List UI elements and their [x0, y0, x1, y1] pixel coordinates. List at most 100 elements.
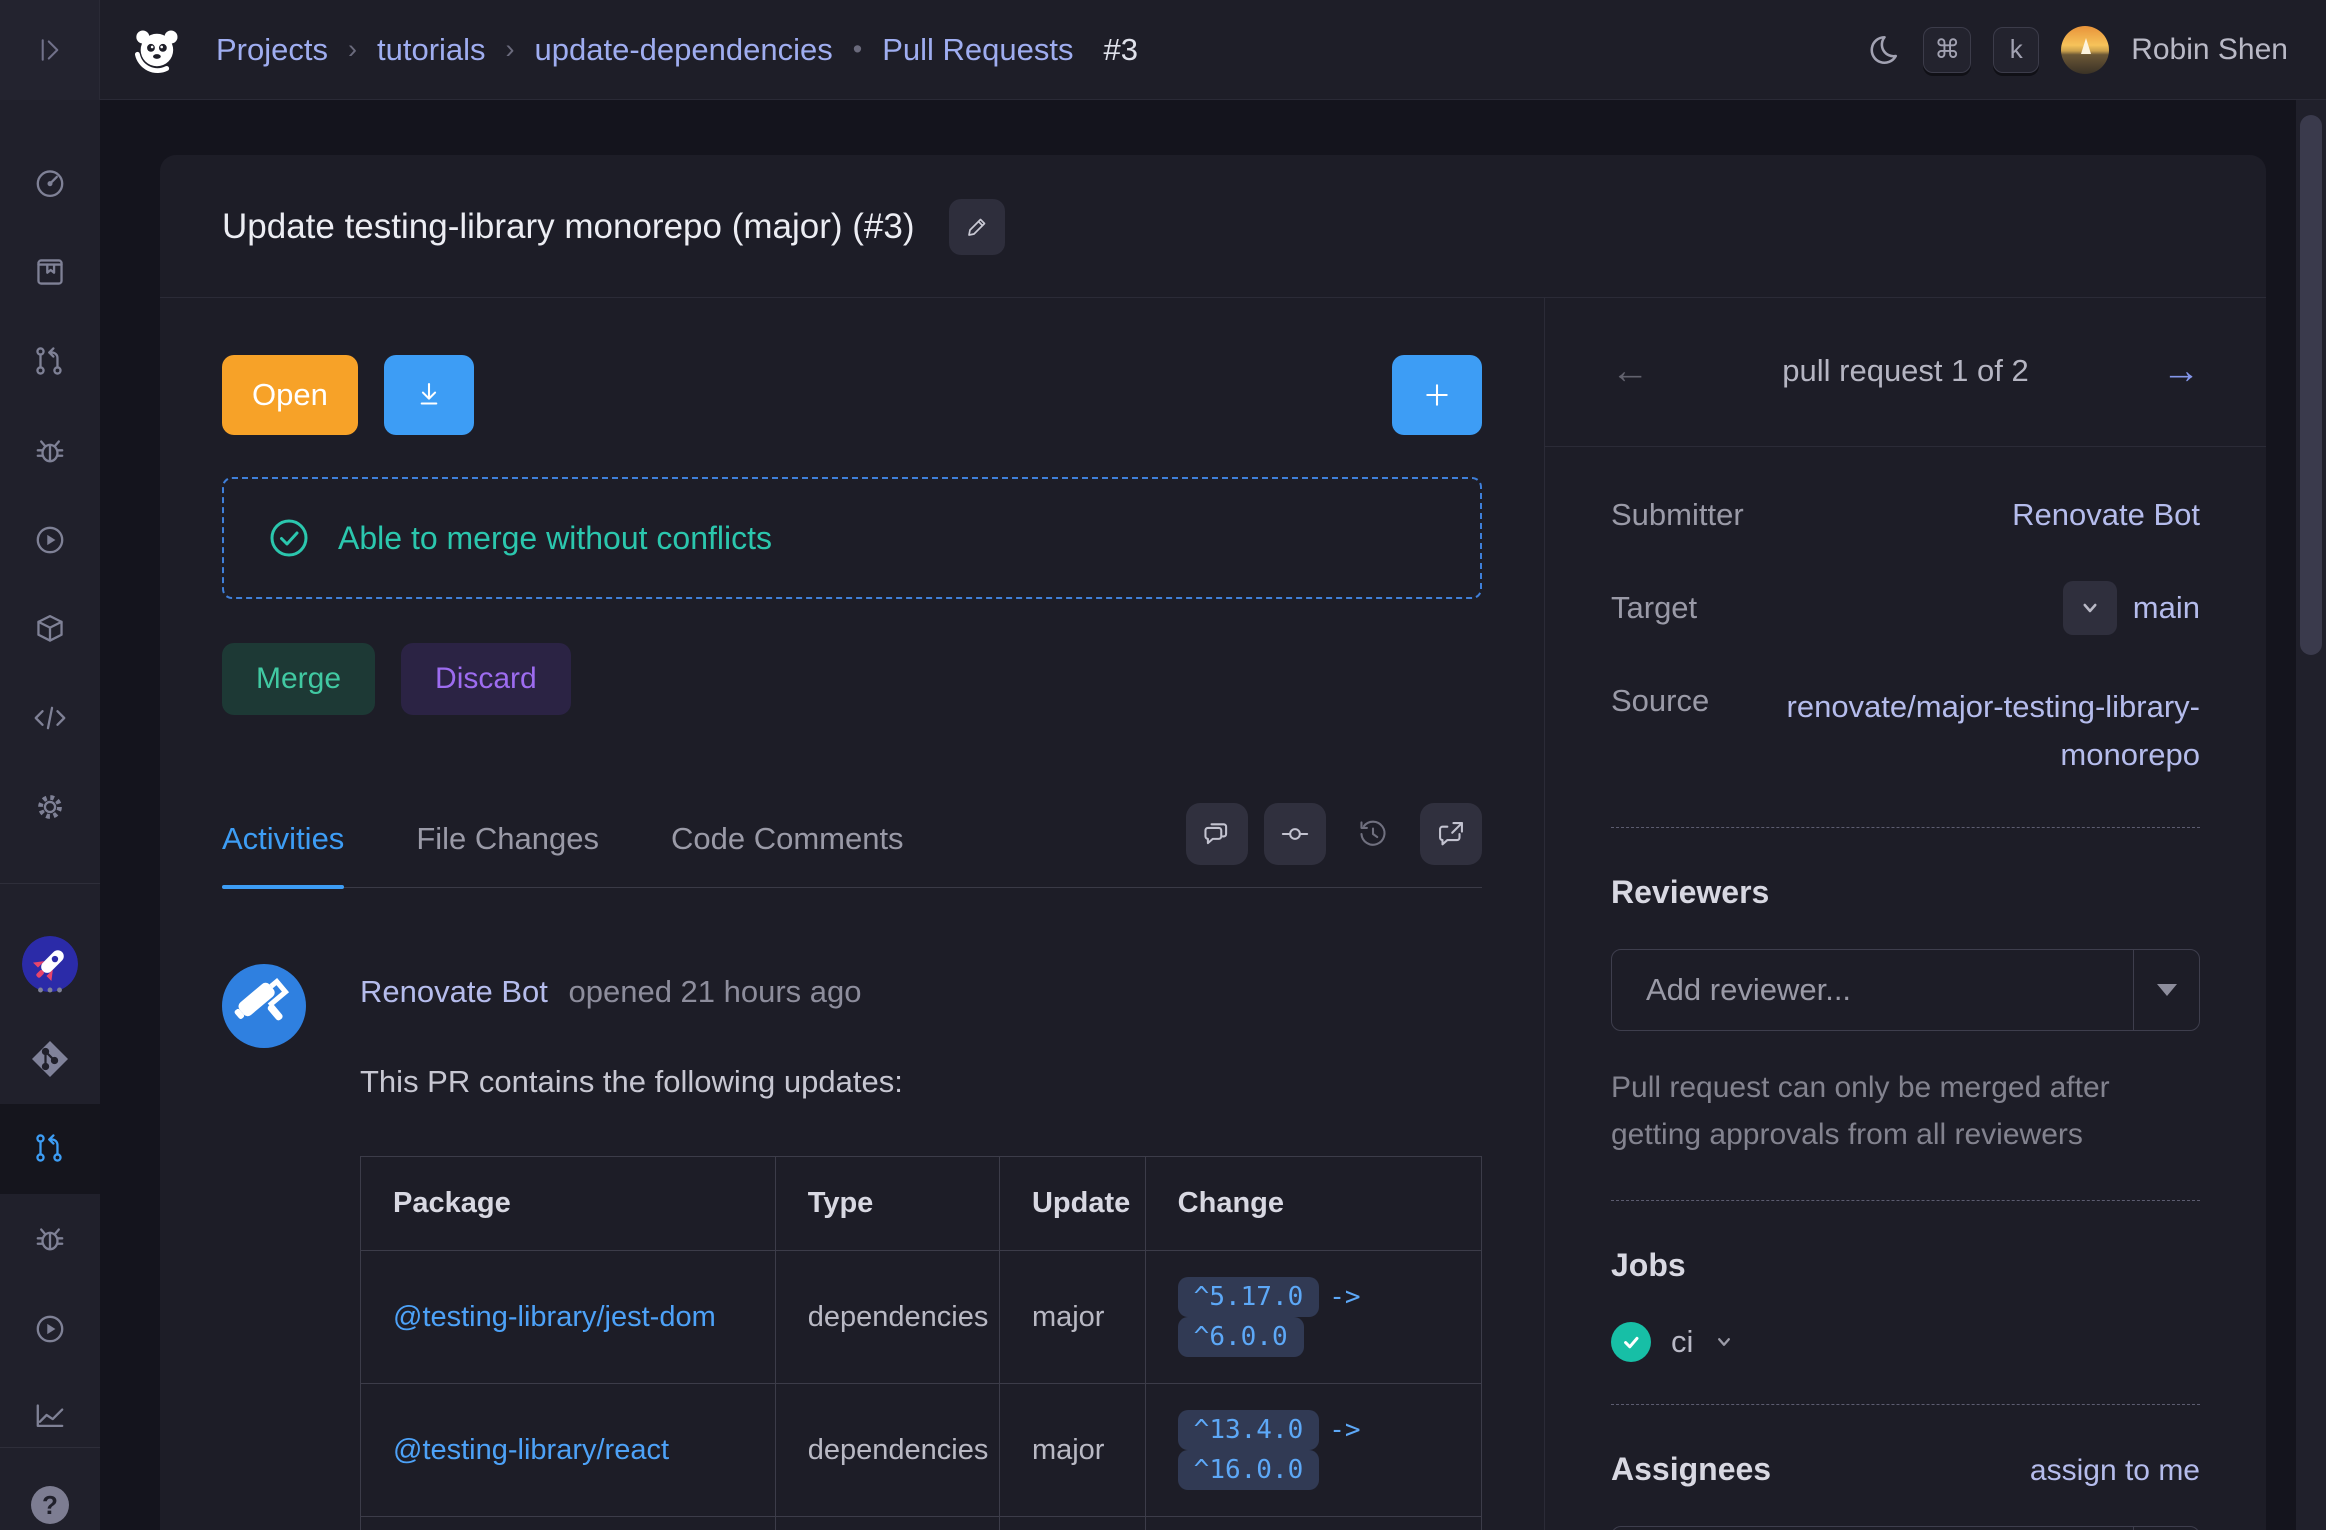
history-button[interactable] [1342, 803, 1404, 865]
col-header-update: Update [999, 1157, 1145, 1251]
job-expand-chevron[interactable] [1713, 1331, 1735, 1353]
tab-code-comments[interactable]: Code Comments [671, 821, 904, 887]
sidebar-item-issues[interactable] [0, 406, 100, 496]
target-branch-dropdown-button[interactable] [2063, 581, 2117, 635]
check-circle-icon [268, 517, 310, 559]
toggle-comments-button[interactable] [1186, 803, 1248, 865]
breadcrumb-section[interactable]: Pull Requests [882, 32, 1073, 68]
rail-divider [0, 1447, 100, 1448]
sidebar-item-builds[interactable] [0, 495, 100, 585]
theme-toggle-button[interactable] [1865, 32, 1901, 68]
ellipsis-icon [31, 982, 69, 998]
project-more-menu[interactable] [0, 966, 100, 1014]
help-button[interactable] [0, 1460, 100, 1530]
job-success-check-icon [1611, 1322, 1651, 1362]
change-cell: ^13.4.0->^16.0.0 [1145, 1384, 1481, 1517]
job-row-ci[interactable]: ci [1611, 1322, 2200, 1362]
source-label: Source [1611, 683, 1709, 719]
submitter-value[interactable]: Renovate Bot [2012, 497, 2200, 533]
user-avatar[interactable] [2061, 26, 2109, 74]
package-link[interactable]: @testing-library/react [361, 1384, 776, 1517]
bug-icon [31, 432, 69, 470]
sidebar-item-projects[interactable] [0, 227, 100, 317]
project-item-code[interactable] [0, 1014, 100, 1104]
type-cell: dependencies [775, 1251, 999, 1384]
col-header-type: Type [775, 1157, 999, 1251]
package-link[interactable]: @testing-library/jest-dom [361, 1251, 776, 1384]
help-question-icon [31, 1486, 69, 1524]
job-name: ci [1671, 1324, 1693, 1360]
add-assignee-select[interactable]: Add assignee... [1611, 1526, 2200, 1530]
project-item-builds[interactable] [0, 1284, 100, 1374]
open-in-new-button[interactable] [1420, 803, 1482, 865]
expand-sidebar-icon [33, 33, 67, 67]
table-row: @testing-library/react dependencies majo… [361, 1384, 1482, 1517]
type-cell: dependencies [775, 1384, 999, 1517]
breadcrumb-projects[interactable]: Projects [216, 32, 328, 68]
sidebar-item-administration[interactable] [0, 762, 100, 852]
sidebar-item-code-search[interactable] [0, 673, 100, 763]
version-from: ^13.4.0 [1178, 1410, 1320, 1450]
package-link[interactable]: @testing-library/user-event [361, 1517, 776, 1530]
add-comment-button[interactable] [1392, 355, 1482, 435]
breadcrumb-project[interactable]: tutorials [377, 32, 486, 68]
merge-button[interactable]: Merge [222, 643, 375, 715]
breadcrumb: Projects › tutorials › update-dependenci… [216, 32, 1138, 68]
header-right: ⌘ k Robin Shen [1865, 26, 2326, 74]
jobs-heading: Jobs [1611, 1247, 2200, 1284]
target-branch-value[interactable]: main [2133, 590, 2200, 626]
change-cell: ^13.5.0->^14.0.0 [1145, 1517, 1481, 1530]
shortcut-k-key[interactable]: k [1993, 27, 2039, 73]
play-circle-icon [31, 1310, 69, 1348]
change-cell: ^5.17.0->^6.0.0 [1145, 1251, 1481, 1384]
sidebar-item-packages[interactable] [0, 584, 100, 674]
table-row: @testing-library/user-event dependencies… [361, 1517, 1482, 1530]
assignees-heading-row: Assignees assign to me [1611, 1451, 2200, 1488]
shortcut-cmd-key[interactable]: ⌘ [1923, 27, 1971, 73]
dashboard-gauge-icon [31, 164, 69, 202]
app-logo[interactable] [132, 24, 184, 76]
page-scrollbar-track[interactable] [2296, 100, 2326, 1530]
merge-status-text: Able to merge without conflicts [338, 520, 772, 557]
update-cell: major [999, 1251, 1145, 1384]
moon-icon [1865, 32, 1901, 68]
next-pr-arrow-icon[interactable]: → [2162, 352, 2200, 390]
sidebar-item-dashboard[interactable] [0, 138, 100, 228]
project-item-pull-requests-active[interactable] [0, 1104, 100, 1194]
user-name[interactable]: Robin Shen [2131, 33, 2288, 67]
merge-actions-row: Merge Discard [222, 643, 1482, 715]
project-item-issues[interactable] [0, 1194, 100, 1284]
comment-author-link[interactable]: Renovate Bot [360, 974, 548, 1009]
discard-button[interactable]: Discard [401, 643, 571, 715]
code-icon [31, 699, 69, 737]
pr-pager: ← pull request 1 of 2 → [1545, 298, 2266, 447]
pr-number: #3 [1103, 32, 1137, 68]
activity-comment: Renovate Bot opened 21 hours ago This PR… [222, 964, 1482, 1530]
download-button[interactable] [384, 355, 474, 435]
sidebar-collapse-button[interactable] [0, 0, 100, 100]
target-label: Target [1611, 590, 1697, 626]
dropdown-caret[interactable] [2133, 950, 2199, 1030]
pull-request-icon [31, 1130, 69, 1168]
pr-side-panel: ← pull request 1 of 2 → Submitter Renova… [1544, 298, 2266, 1530]
breadcrumb-repo[interactable]: update-dependencies [535, 32, 833, 68]
edit-title-button[interactable] [949, 199, 1005, 255]
sidebar-item-pull-requests[interactable] [0, 317, 100, 407]
add-reviewer-select[interactable]: Add reviewer... [1611, 949, 2200, 1031]
add-reviewer-placeholder: Add reviewer... [1612, 950, 2133, 1030]
pull-request-icon [31, 343, 69, 381]
pr-actions-row: Open [222, 355, 1482, 435]
reviewers-note: Pull request can only be merged after ge… [1611, 1065, 2200, 1158]
update-cell: major [999, 1384, 1145, 1517]
plus-icon [1420, 378, 1454, 412]
page-scrollbar-thumb[interactable] [2300, 115, 2322, 655]
arrow-text: -> [1329, 1282, 1360, 1312]
source-branch-value[interactable]: renovate/major-testing-library-monorepo [1740, 683, 2200, 779]
target-row: Target main [1611, 581, 2200, 635]
tab-activities[interactable]: Activities [222, 821, 344, 887]
pencil-icon [963, 213, 991, 241]
toggle-commits-button[interactable] [1264, 803, 1326, 865]
tab-file-changes[interactable]: File Changes [416, 821, 599, 887]
prev-pr-arrow-icon[interactable]: ← [1611, 352, 1649, 390]
assign-to-me-link[interactable]: assign to me [2030, 1454, 2200, 1488]
